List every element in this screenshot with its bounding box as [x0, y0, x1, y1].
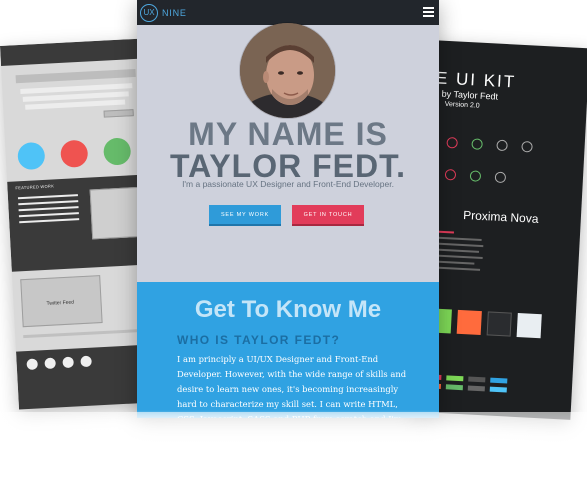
- color-swatch: [516, 312, 542, 339]
- hero-tagline: I'm a passionate UX Designer and Front-E…: [182, 179, 394, 189]
- logo-variant-icon: [494, 171, 507, 184]
- brand-mark: UX: [143, 8, 155, 17]
- wireframe-bar: [15, 68, 136, 84]
- top-navbar: UX NINE: [137, 0, 439, 25]
- sample-button: [446, 375, 464, 382]
- wireframe-line: [25, 99, 126, 110]
- ui-kit-font-name: Proxima Nova: [462, 207, 539, 226]
- logo-variant-icon: [496, 139, 508, 152]
- wireframe-header: [0, 37, 157, 66]
- logo-variant-icon: [444, 168, 457, 181]
- logo-variant-icon: [469, 170, 482, 182]
- wireframe-circle: [102, 137, 132, 166]
- color-swatch: [486, 311, 512, 337]
- about-title: Get To Know Me: [194, 296, 382, 323]
- portfolio-page-card: UX NINE MY NAME IS TAYLOR FEDT. I'm a pa…: [137, 0, 439, 418]
- sample-button: [468, 376, 486, 383]
- wireframe-feed-box: Twitter Feed: [20, 275, 103, 328]
- logo-variant-icon: [471, 138, 483, 150]
- sample-button: [489, 386, 507, 393]
- ui-kit-version: Version 2.0: [444, 100, 480, 110]
- wireframe-circle: [60, 139, 89, 168]
- about-section: Get To Know Me WHO IS TAYLOR FEDT? I am …: [137, 282, 439, 418]
- wireframe-button: [103, 109, 134, 118]
- brand-name[interactable]: NINE: [162, 8, 187, 18]
- sample-button: [490, 377, 508, 384]
- see-my-work-button[interactable]: SEE MY WORK: [209, 205, 281, 226]
- hero-headline-line2: TAYLOR FEDT.: [169, 148, 406, 184]
- about-subtitle: WHO IS TAYLOR FEDT?: [177, 333, 341, 347]
- brand-logo-icon[interactable]: UX: [140, 3, 158, 22]
- sample-button: [467, 385, 485, 392]
- logo-variant-icon: [446, 137, 458, 149]
- color-swatch: [456, 309, 482, 336]
- about-body-text: I am principly a UI/UX Designer and Fron…: [177, 354, 407, 418]
- sample-button: [445, 384, 463, 391]
- reflection-fade: [0, 412, 587, 500]
- hero-headline-line1: MY NAME IS: [188, 116, 388, 152]
- hero-headline: MY NAME IS TAYLOR FEDT.: [137, 118, 439, 182]
- logo-variant-icon: [521, 140, 533, 153]
- wireframe-circle: [17, 141, 46, 171]
- wireframe-feed-label: Twitter Feed: [46, 299, 75, 307]
- hamburger-menu-icon[interactable]: [423, 7, 434, 17]
- get-in-touch-button[interactable]: GET IN TOUCH: [292, 205, 364, 226]
- avatar: [240, 23, 335, 118]
